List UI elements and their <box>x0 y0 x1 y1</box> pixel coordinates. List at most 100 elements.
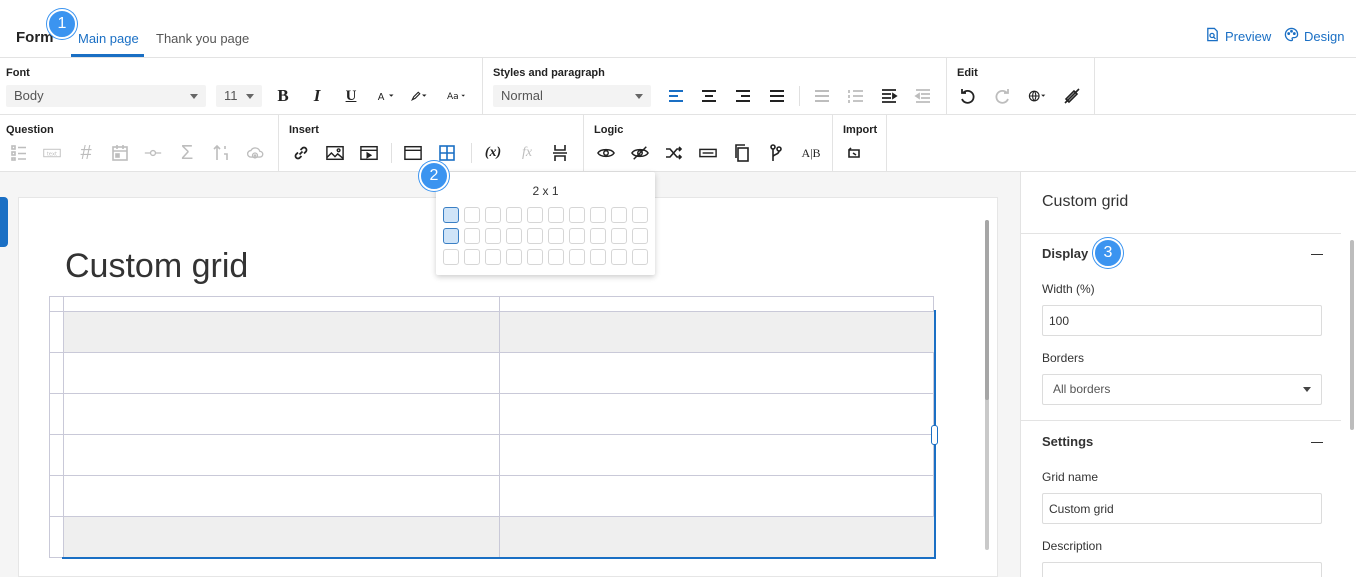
indent-icon[interactable] <box>878 85 900 107</box>
toolbar-divider <box>391 143 392 163</box>
section-icon[interactable] <box>402 142 424 164</box>
copy-icon[interactable] <box>731 142 753 164</box>
upload-icon[interactable] <box>244 142 266 164</box>
borders-select[interactable]: All borders <box>1042 374 1322 405</box>
grid-size-cell[interactable] <box>611 207 627 223</box>
grid-size-cell[interactable] <box>464 228 480 244</box>
grid-size-cell[interactable] <box>527 207 543 223</box>
grid-size-cell[interactable] <box>590 228 606 244</box>
panel-scrollbar[interactable] <box>1350 240 1354 430</box>
align-center-icon[interactable] <box>698 85 720 107</box>
numbered-list-icon[interactable] <box>845 85 867 107</box>
list-icon[interactable] <box>8 142 30 164</box>
tab-thank-you-page[interactable]: Thank you page <box>156 31 249 46</box>
width-input[interactable] <box>1042 305 1322 336</box>
video-icon[interactable] <box>358 142 380 164</box>
grid-size-cell[interactable] <box>506 228 522 244</box>
canvas-scrollbar[interactable] <box>985 220 989 400</box>
grid-size-cell[interactable] <box>464 207 480 223</box>
grid-size-cell[interactable] <box>443 228 459 244</box>
bold-icon[interactable]: B <box>272 85 294 107</box>
top-bar: Form Main page Thank you page Preview De… <box>0 0 1356 58</box>
language-icon[interactable] <box>1023 85 1051 107</box>
branch-icon[interactable] <box>765 142 787 164</box>
font-family-select[interactable]: Body <box>6 85 206 107</box>
grid-size-cell[interactable] <box>485 249 501 265</box>
font-size-select[interactable]: 11 <box>216 85 262 107</box>
font-color-icon[interactable]: A <box>373 85 399 107</box>
image-icon[interactable] <box>324 142 346 164</box>
grid-size-cell[interactable] <box>548 249 564 265</box>
show-icon[interactable] <box>595 142 617 164</box>
import-icon[interactable] <box>844 142 866 164</box>
active-tab-indicator <box>71 54 144 57</box>
text-case-icon[interactable]: Aa <box>440 85 472 107</box>
grid-size-cell[interactable] <box>548 207 564 223</box>
grid-size-cell[interactable] <box>485 207 501 223</box>
grid-size-cell[interactable] <box>632 228 648 244</box>
input-icon[interactable] <box>697 142 719 164</box>
callout-3: 3 <box>1093 238 1123 268</box>
redo-icon[interactable] <box>991 85 1013 107</box>
grid-size-cell[interactable] <box>464 249 480 265</box>
grid-size-cell[interactable] <box>527 249 543 265</box>
grid-size-cell[interactable] <box>611 228 627 244</box>
grid-icon[interactable] <box>436 142 458 164</box>
grid-size-cell[interactable] <box>632 249 648 265</box>
design-label: Design <box>1304 28 1345 44</box>
styles-group: Styles and paragraph Normal <box>483 58 947 115</box>
grid-size-cell[interactable] <box>527 228 543 244</box>
grid-size-cell[interactable] <box>443 249 459 265</box>
grid-size-cell[interactable] <box>506 249 522 265</box>
date-icon[interactable] <box>109 142 131 164</box>
outdent-icon[interactable] <box>912 85 934 107</box>
collapse-icon[interactable] <box>1311 254 1323 255</box>
sort-icon[interactable] <box>210 142 232 164</box>
grid-size-cell[interactable] <box>569 228 585 244</box>
design-button[interactable]: Design <box>1284 27 1344 45</box>
grid-size-cell[interactable] <box>590 207 606 223</box>
hide-icon[interactable] <box>629 142 651 164</box>
preview-button[interactable]: Preview <box>1205 27 1271 45</box>
grid-size-cell[interactable] <box>569 249 585 265</box>
highlight-icon[interactable] <box>406 85 432 107</box>
left-panel-toggle[interactable] <box>0 197 8 247</box>
grid-size-cell[interactable] <box>590 249 606 265</box>
grid-size-cell[interactable] <box>506 207 522 223</box>
grid-size-cell[interactable] <box>611 249 627 265</box>
sum-icon[interactable]: Σ <box>176 142 198 164</box>
undo-icon[interactable] <box>957 85 979 107</box>
settings-section-title[interactable]: Settings <box>1042 434 1093 449</box>
grid-size-cell[interactable] <box>443 207 459 223</box>
tab-main-page[interactable]: Main page <box>78 31 139 46</box>
shuffle-icon[interactable] <box>663 142 685 164</box>
variable-icon[interactable]: (x) <box>480 142 506 164</box>
bullet-list-icon[interactable] <box>811 85 833 107</box>
formula-icon[interactable]: fx <box>516 142 538 164</box>
description-input[interactable] <box>1042 562 1322 577</box>
collapse-icon[interactable] <box>1311 442 1323 443</box>
link-icon[interactable] <box>290 142 312 164</box>
clear-format-icon[interactable] <box>1061 85 1083 107</box>
grid-resize-handle[interactable] <box>931 425 938 445</box>
grid-cell <box>50 297 64 311</box>
number-icon[interactable]: # <box>75 142 97 164</box>
logic-group: Logic A|B <box>584 115 833 172</box>
align-right-icon[interactable] <box>732 85 754 107</box>
grid-size-cell[interactable] <box>485 228 501 244</box>
underline-icon[interactable]: U <box>340 85 362 107</box>
paragraph-style-select[interactable]: Normal <box>493 85 651 107</box>
ab-test-icon[interactable]: A|B <box>798 142 824 164</box>
svg-text:A: A <box>378 92 385 103</box>
grid-size-cell[interactable] <box>569 207 585 223</box>
italic-icon[interactable]: I <box>306 85 328 107</box>
align-left-icon[interactable] <box>665 85 687 107</box>
page-break-icon[interactable] <box>549 142 571 164</box>
text-field-icon[interactable]: text <box>40 142 64 164</box>
grid-size-cell[interactable] <box>632 207 648 223</box>
justify-icon[interactable] <box>766 85 788 107</box>
slider-icon[interactable] <box>142 142 164 164</box>
grid-size-cell[interactable] <box>548 228 564 244</box>
display-section-title[interactable]: Display <box>1042 246 1088 261</box>
grid-name-input[interactable] <box>1042 493 1322 524</box>
